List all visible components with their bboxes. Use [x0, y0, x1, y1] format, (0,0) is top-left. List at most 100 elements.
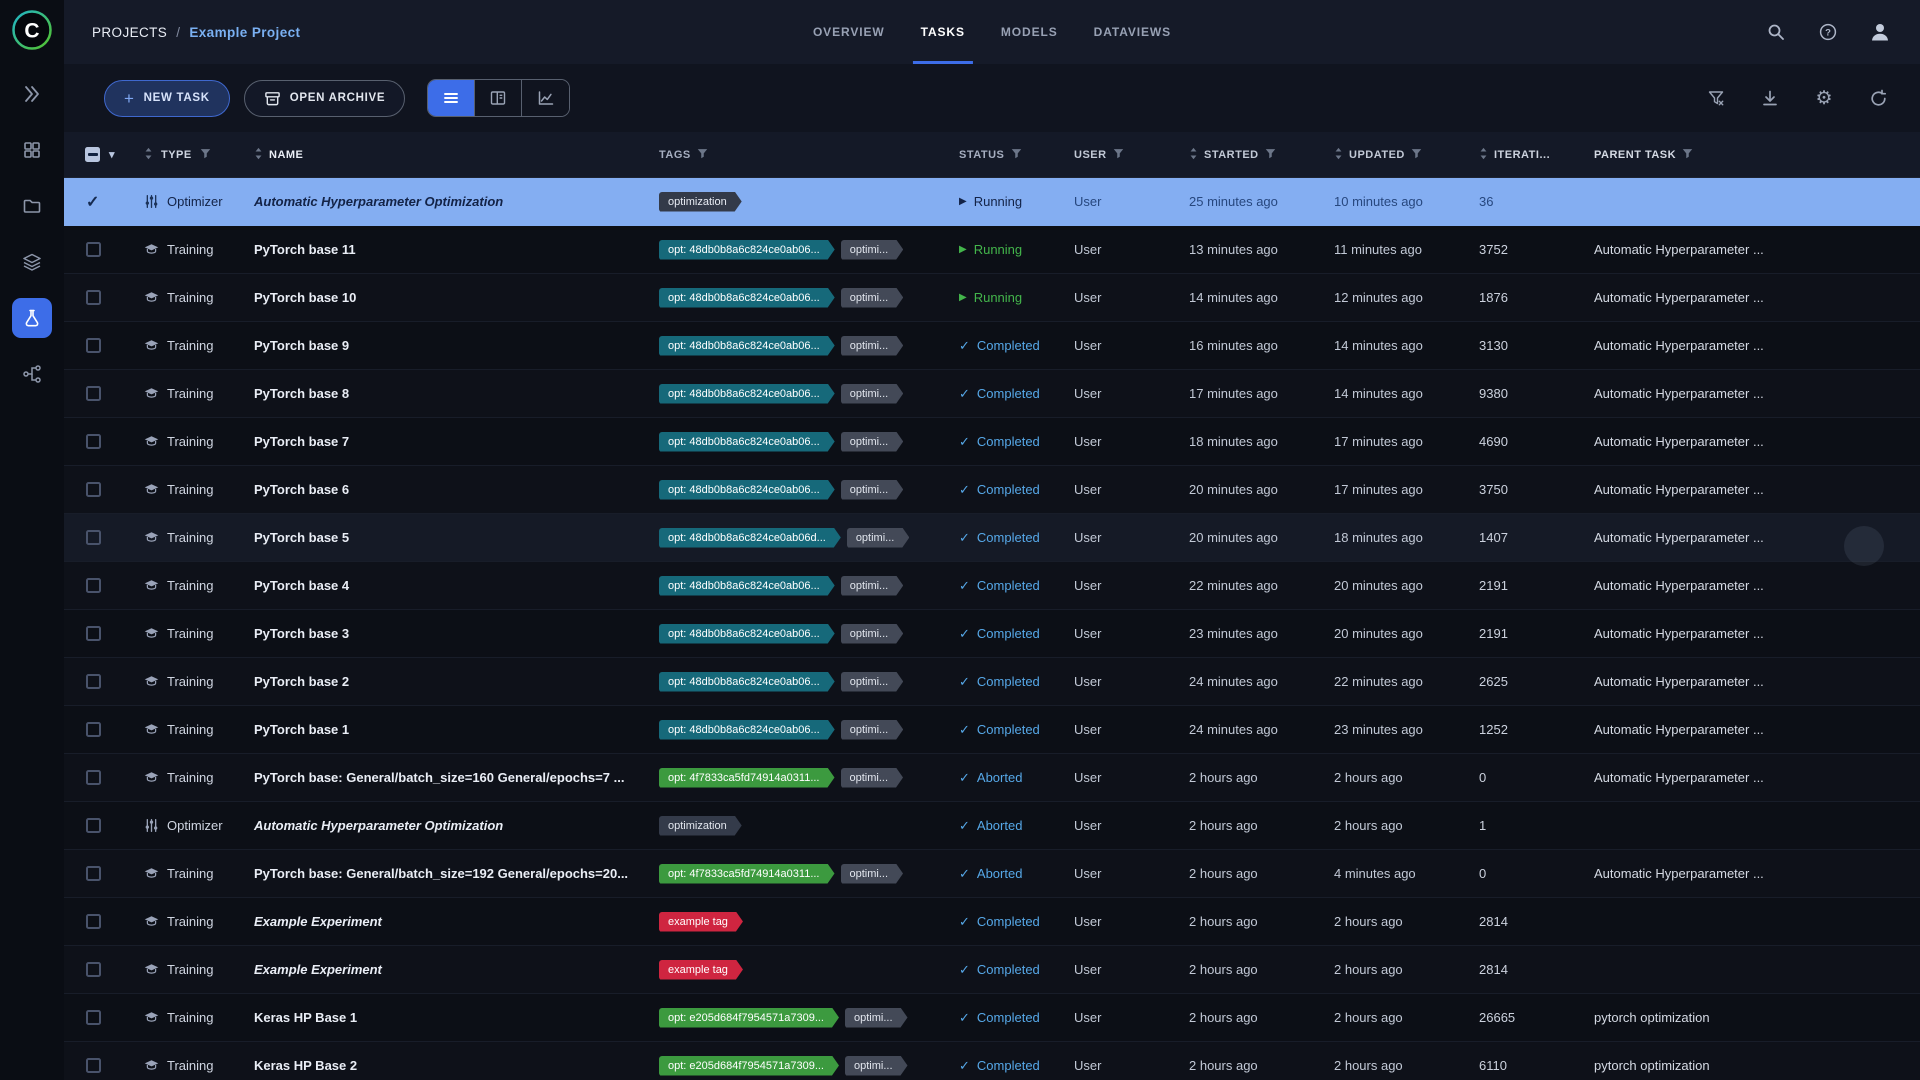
row-checkbox[interactable] — [86, 290, 101, 305]
search-icon[interactable] — [1764, 20, 1788, 44]
new-task-button[interactable]: + NEW TASK — [104, 80, 230, 117]
settings-button[interactable]: ⚙ — [1812, 86, 1836, 110]
column-header-parent[interactable]: PARENT TASK — [1580, 148, 1920, 162]
task-name[interactable]: Example Experiment — [240, 962, 645, 977]
row-checkbox[interactable] — [86, 482, 101, 497]
task-name[interactable]: Example Experiment — [240, 914, 645, 929]
filter-icon[interactable] — [1411, 148, 1422, 162]
row-checkbox[interactable] — [86, 722, 101, 737]
task-name[interactable]: PyTorch base 5 — [240, 530, 645, 545]
sidebar-item-experiments[interactable] — [12, 298, 52, 338]
help-icon[interactable]: ? — [1816, 20, 1840, 44]
task-name[interactable]: PyTorch base 3 — [240, 626, 645, 641]
clearml-logo[interactable]: C — [12, 10, 52, 50]
download-button[interactable] — [1758, 86, 1782, 110]
row-checkbox[interactable] — [86, 434, 101, 449]
task-name[interactable]: PyTorch base 9 — [240, 338, 645, 353]
tab-models[interactable]: MODELS — [1001, 0, 1058, 64]
row-checkbox[interactable] — [86, 338, 101, 353]
table-row[interactable]: TrainingPyTorch base 10opt: 48db0b8a6c82… — [64, 274, 1920, 322]
table-row[interactable]: TrainingPyTorch base 3opt: 48db0b8a6c824… — [64, 610, 1920, 658]
selection-menu-caret[interactable]: ▾ — [109, 148, 115, 161]
column-header-updated[interactable]: UPDATED — [1320, 147, 1465, 163]
table-row[interactable]: TrainingExample Experimentexample tag✓Co… — [64, 946, 1920, 994]
row-checkbox[interactable] — [86, 674, 101, 689]
sidebar-item-projects[interactable] — [12, 186, 52, 226]
column-header-iterations[interactable]: ITERATI... — [1465, 147, 1580, 163]
sort-icon[interactable] — [1189, 147, 1198, 163]
filter-icon[interactable] — [1011, 148, 1022, 162]
row-selected-check-icon[interactable]: ✓ — [86, 192, 99, 212]
filter-icon[interactable] — [1113, 148, 1124, 162]
open-archive-button[interactable]: OPEN ARCHIVE — [244, 80, 406, 117]
sort-icon[interactable] — [144, 147, 153, 163]
breadcrumb-project-name[interactable]: Example Project — [189, 25, 300, 40]
table-row[interactable]: TrainingPyTorch base 11opt: 48db0b8a6c82… — [64, 226, 1920, 274]
sort-icon[interactable] — [1334, 147, 1343, 163]
scroll-indicator[interactable] — [1844, 526, 1884, 566]
sort-icon[interactable] — [1479, 147, 1488, 163]
task-name[interactable]: PyTorch base 4 — [240, 578, 645, 593]
task-name[interactable]: Keras HP Base 1 — [240, 1010, 645, 1025]
row-checkbox[interactable] — [86, 1058, 101, 1073]
task-name[interactable]: PyTorch base 6 — [240, 482, 645, 497]
column-header-started[interactable]: STARTED — [1175, 147, 1320, 163]
task-name[interactable]: PyTorch base 2 — [240, 674, 645, 689]
avatar[interactable] — [1868, 20, 1892, 44]
task-name[interactable]: PyTorch base 11 — [240, 242, 645, 257]
view-split-button[interactable] — [475, 80, 522, 116]
table-row[interactable]: TrainingPyTorch base: General/batch_size… — [64, 850, 1920, 898]
task-name[interactable]: Keras HP Base 2 — [240, 1058, 645, 1073]
column-header-type[interactable]: TYPE — [130, 147, 240, 163]
row-checkbox[interactable] — [86, 530, 101, 545]
tab-overview[interactable]: OVERVIEW — [813, 0, 885, 64]
table-row[interactable]: ✓OptimizerAutomatic Hyperparameter Optim… — [64, 178, 1920, 226]
task-name[interactable]: PyTorch base 1 — [240, 722, 645, 737]
table-row[interactable]: TrainingPyTorch base 7opt: 48db0b8a6c824… — [64, 418, 1920, 466]
filter-icon[interactable] — [697, 148, 708, 162]
column-header-name[interactable]: NAME — [240, 147, 645, 163]
row-checkbox[interactable] — [86, 626, 101, 641]
auto-refresh-button[interactable] — [1866, 86, 1890, 110]
table-row[interactable]: TrainingPyTorch base 8opt: 48db0b8a6c824… — [64, 370, 1920, 418]
row-checkbox[interactable] — [86, 818, 101, 833]
select-all-checkbox[interactable] — [85, 147, 100, 162]
row-checkbox[interactable] — [86, 578, 101, 593]
sort-icon[interactable] — [254, 147, 263, 163]
table-row[interactable]: TrainingPyTorch base: General/batch_size… — [64, 754, 1920, 802]
filter-icon[interactable] — [1265, 148, 1276, 162]
row-checkbox[interactable] — [86, 242, 101, 257]
breadcrumb-projects[interactable]: PROJECTS — [92, 25, 167, 40]
column-header-status[interactable]: STATUS — [945, 148, 1060, 162]
row-checkbox[interactable] — [86, 1010, 101, 1025]
filter-icon[interactable] — [200, 148, 211, 162]
task-name[interactable]: PyTorch base: General/batch_size=160 Gen… — [240, 770, 645, 785]
task-name[interactable]: PyTorch base 8 — [240, 386, 645, 401]
column-header-tags[interactable]: TAGS — [645, 148, 945, 162]
table-row[interactable]: TrainingPyTorch base 4opt: 48db0b8a6c824… — [64, 562, 1920, 610]
table-row[interactable]: TrainingPyTorch base 1opt: 48db0b8a6c824… — [64, 706, 1920, 754]
row-checkbox[interactable] — [86, 386, 101, 401]
view-compare-button[interactable] — [522, 80, 569, 116]
column-header-user[interactable]: USER — [1060, 148, 1175, 162]
filter-icon[interactable] — [1682, 148, 1693, 162]
tab-tasks[interactable]: TASKS — [921, 0, 965, 64]
table-row[interactable]: TrainingExample Experimentexample tag✓Co… — [64, 898, 1920, 946]
sidebar-item-pipelines[interactable] — [12, 354, 52, 394]
row-checkbox[interactable] — [86, 866, 101, 881]
table-row[interactable]: TrainingPyTorch base 6opt: 48db0b8a6c824… — [64, 466, 1920, 514]
sidebar-item-launch[interactable] — [12, 74, 52, 114]
table-row[interactable]: TrainingPyTorch base 5opt: 48db0b8a6c824… — [64, 514, 1920, 562]
tab-dataviews[interactable]: DATAVIEWS — [1094, 0, 1171, 64]
task-name[interactable]: Automatic Hyperparameter Optimization — [240, 818, 645, 833]
table-row[interactable]: TrainingKeras HP Base 2opt: e205d684f795… — [64, 1042, 1920, 1080]
task-name[interactable]: PyTorch base 7 — [240, 434, 645, 449]
row-checkbox[interactable] — [86, 914, 101, 929]
row-checkbox[interactable] — [86, 962, 101, 977]
table-row[interactable]: TrainingPyTorch base 9opt: 48db0b8a6c824… — [64, 322, 1920, 370]
table-row[interactable]: TrainingPyTorch base 2opt: 48db0b8a6c824… — [64, 658, 1920, 706]
table-row[interactable]: TrainingKeras HP Base 1opt: e205d684f795… — [64, 994, 1920, 1042]
table-row[interactable]: OptimizerAutomatic Hyperparameter Optimi… — [64, 802, 1920, 850]
sidebar-item-datasets[interactable] — [12, 242, 52, 282]
sidebar-item-dashboard[interactable] — [12, 130, 52, 170]
